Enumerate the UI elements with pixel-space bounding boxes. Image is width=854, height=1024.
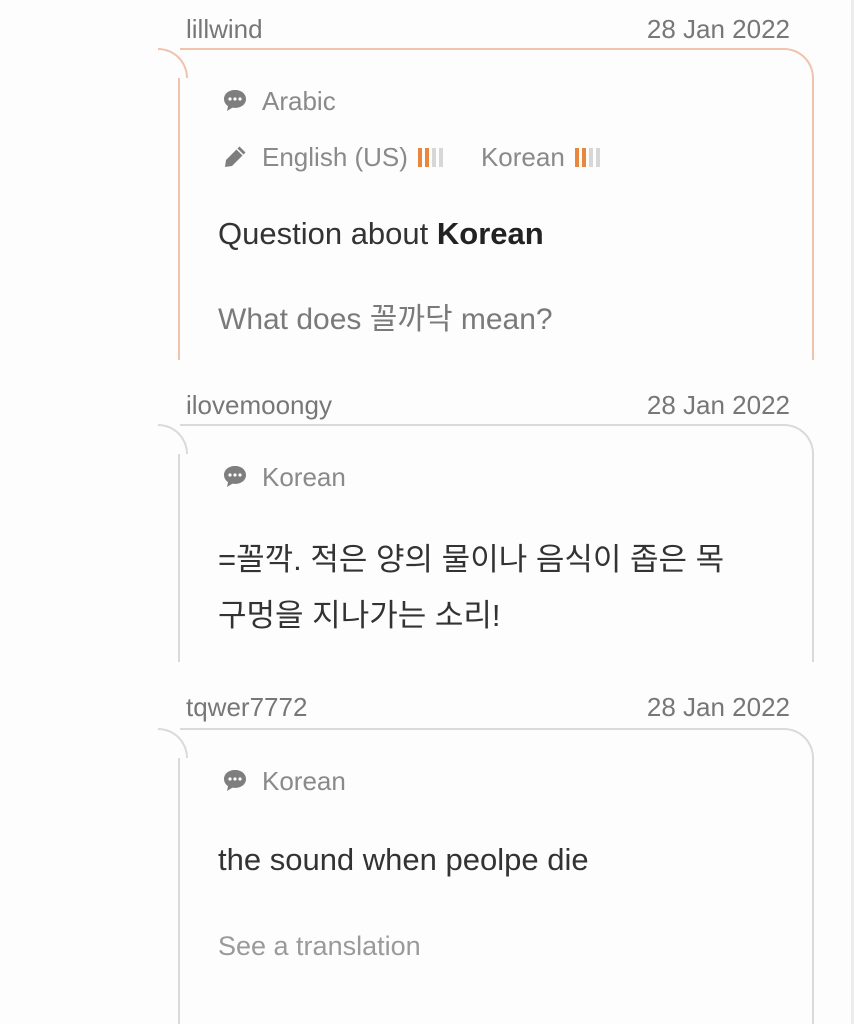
answer-text: =꼴깍. 적은 양의 물이나 음식이 좁은 목 구멍을 지나가는 소리!: [218, 532, 788, 644]
proficiency-level-icon: [574, 147, 600, 167]
speech-bubble-icon: [224, 90, 246, 111]
pencil-icon: [225, 146, 246, 167]
post-header: tqwer7772 28 Jan 2022: [186, 692, 790, 732]
bubble-left-border: [178, 758, 180, 1024]
answer-line: 구멍을 지나가는 소리!: [218, 598, 501, 633]
native-language-row: Arabic: [222, 86, 336, 116]
username[interactable]: ilovemoongy: [186, 390, 332, 420]
native-language: Korean: [262, 462, 346, 492]
answer-bubble[interactable]: Korean the sound when peolpe die See a t…: [178, 728, 814, 1024]
question-heading: Question about Korean: [218, 210, 788, 258]
answer-line: =꼴깍. 적은 양의 물이나 음식이 좁은 목: [218, 542, 725, 577]
bubble-left-border: [178, 78, 180, 360]
native-language: Arabic: [262, 86, 336, 116]
language-name: Korean: [480, 142, 565, 172]
answer-bubble[interactable]: Korean =꼴깍. 적은 양의 물이나 음식이 좁은 목 구멍을 지나가는 …: [178, 424, 814, 662]
native-language: Korean: [262, 766, 346, 796]
question-post: lillwind 28 Jan 2022 Arabic English (US)…: [0, 0, 854, 360]
question-text: What does 꼴까닥 mean?: [218, 303, 553, 336]
post-date: 28 Jan 2022: [646, 14, 790, 44]
studying-languages-row: English (US) Korean: [222, 142, 638, 172]
native-language-row: Korean: [222, 766, 346, 796]
question-bubble[interactable]: Arabic English (US) Korean Question abou…: [178, 48, 814, 360]
answers-page: lillwind 28 Jan 2022 Arabic English (US)…: [0, 0, 854, 1024]
username[interactable]: lillwind: [186, 14, 263, 44]
question-language[interactable]: Korean: [437, 216, 544, 251]
post-date: 28 Jan 2022: [646, 692, 790, 722]
speech-bubble-icon: [224, 466, 246, 487]
native-language-row: Korean: [222, 462, 346, 492]
language-name: English (US): [262, 142, 408, 172]
question-prefix: Question about: [218, 216, 437, 251]
username[interactable]: tqwer7772: [186, 692, 307, 722]
proficiency-level-icon: [417, 147, 443, 167]
answer-post: ilovemoongy 28 Jan 2022 Korean =꼴깍. 적은 양…: [0, 378, 854, 664]
answer-text: the sound when peolpe die: [218, 836, 788, 884]
speech-bubble-icon: [224, 770, 246, 791]
answer-line: the sound when peolpe die: [218, 842, 589, 877]
answer-post: tqwer7772 28 Jan 2022 Korean the sound w…: [0, 682, 854, 1024]
studying-language-korean: Korean: [481, 142, 600, 172]
studying-language-english: English (US): [262, 142, 443, 172]
post-date: 28 Jan 2022: [646, 390, 790, 420]
see-translation-link[interactable]: See a translation: [218, 930, 421, 962]
bubble-left-border: [178, 454, 180, 662]
